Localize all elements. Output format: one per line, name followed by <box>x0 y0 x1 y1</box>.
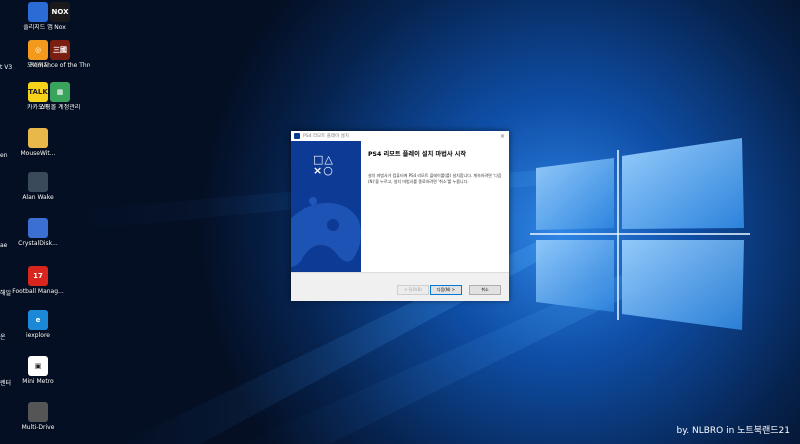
desktop-icon-label: Multi-Drive <box>21 424 55 431</box>
desktop-app-icon: 17 <box>28 266 48 286</box>
desktop-app-icon: 三國 <box>50 40 70 60</box>
desktop-icon-label: Nox <box>54 24 66 31</box>
desktop-icon[interactable]: 三國 Romance of the Three K... <box>30 40 90 69</box>
watermark: by. NLBRO in 노트북랜드21 <box>676 426 790 436</box>
wizard-content: PS4 리모트 플레이 설치 마법사 시작 설치 마법사가 컴퓨터에 PS4 리… <box>368 151 504 184</box>
desktop-icon-label: Alan Wake <box>22 194 54 201</box>
installer-window: PS4 리모트 플레이 설치 × □△ ×○ PS4 리모트 플레이 설치 마법… <box>291 131 509 301</box>
desktop-icon[interactable]: ▦ 쇼핑몰 계정관리 <box>30 82 90 111</box>
desktop-icon[interactable]: 17 Football Manag... <box>8 266 68 295</box>
desktop-icon-label: CrystalDisk... <box>18 240 58 247</box>
desktop-icon-label: Romance of the Three K... <box>30 62 90 69</box>
desktop-icon-label: MouseWit... <box>20 150 56 157</box>
desktop-app-icon <box>28 172 48 192</box>
desktop-app-icon: ▦ <box>50 82 70 102</box>
title-bar[interactable]: PS4 리모트 플레이 설치 × <box>291 131 509 141</box>
desktop-app-icon <box>28 128 48 148</box>
window-title: PS4 리모트 플레이 설치 <box>303 134 349 139</box>
controller-graphic-icon <box>291 197 361 267</box>
desktop-icon[interactable]: ▣ Mini Metro <box>8 356 68 385</box>
desktop-app-icon: e <box>28 310 48 330</box>
desktop-icon[interactable]: MouseWit... <box>8 128 68 157</box>
next-button[interactable]: 다음(N) > <box>430 285 462 295</box>
app-icon <box>294 133 300 139</box>
wizard-description: 설치 마법사가 컴퓨터에 PS4 리모트 플레이를(를) 설치합니다. 계속하려… <box>368 173 502 184</box>
desktop-icon[interactable]: CrystalDisk... <box>8 218 68 247</box>
desktop-icon[interactable]: Alan Wake <box>8 172 68 201</box>
desktop-app-icon <box>28 402 48 422</box>
side-banner: □△ ×○ <box>291 141 361 272</box>
desktop-app-icon: ▣ <box>28 356 48 376</box>
desktop-app-icon: NOX <box>50 2 70 22</box>
desktop-icon-label: Mini Metro <box>22 378 54 385</box>
cancel-button[interactable]: 취소 <box>469 285 501 295</box>
desktop-app-icon <box>28 218 48 238</box>
desktop-icon-label: 쇼핑몰 계정관리 <box>39 104 81 111</box>
close-button[interactable]: × <box>500 133 505 140</box>
desktop-icon-label: Football Manag... <box>12 288 64 295</box>
desktop-icon[interactable]: Multi-Drive <box>8 402 68 431</box>
back-button[interactable]: < 뒤로(B) <box>397 285 429 295</box>
button-bar: < 뒤로(B) 다음(N) > 취소 <box>291 272 509 301</box>
desktop-icon-label: iexplore <box>26 332 50 339</box>
desktop-icon[interactable]: NOX Nox <box>30 2 90 31</box>
desktop-icon[interactable]: e iexplore <box>8 310 68 339</box>
wizard-heading: PS4 리모트 플레이 설치 마법사 시작 <box>368 151 467 158</box>
